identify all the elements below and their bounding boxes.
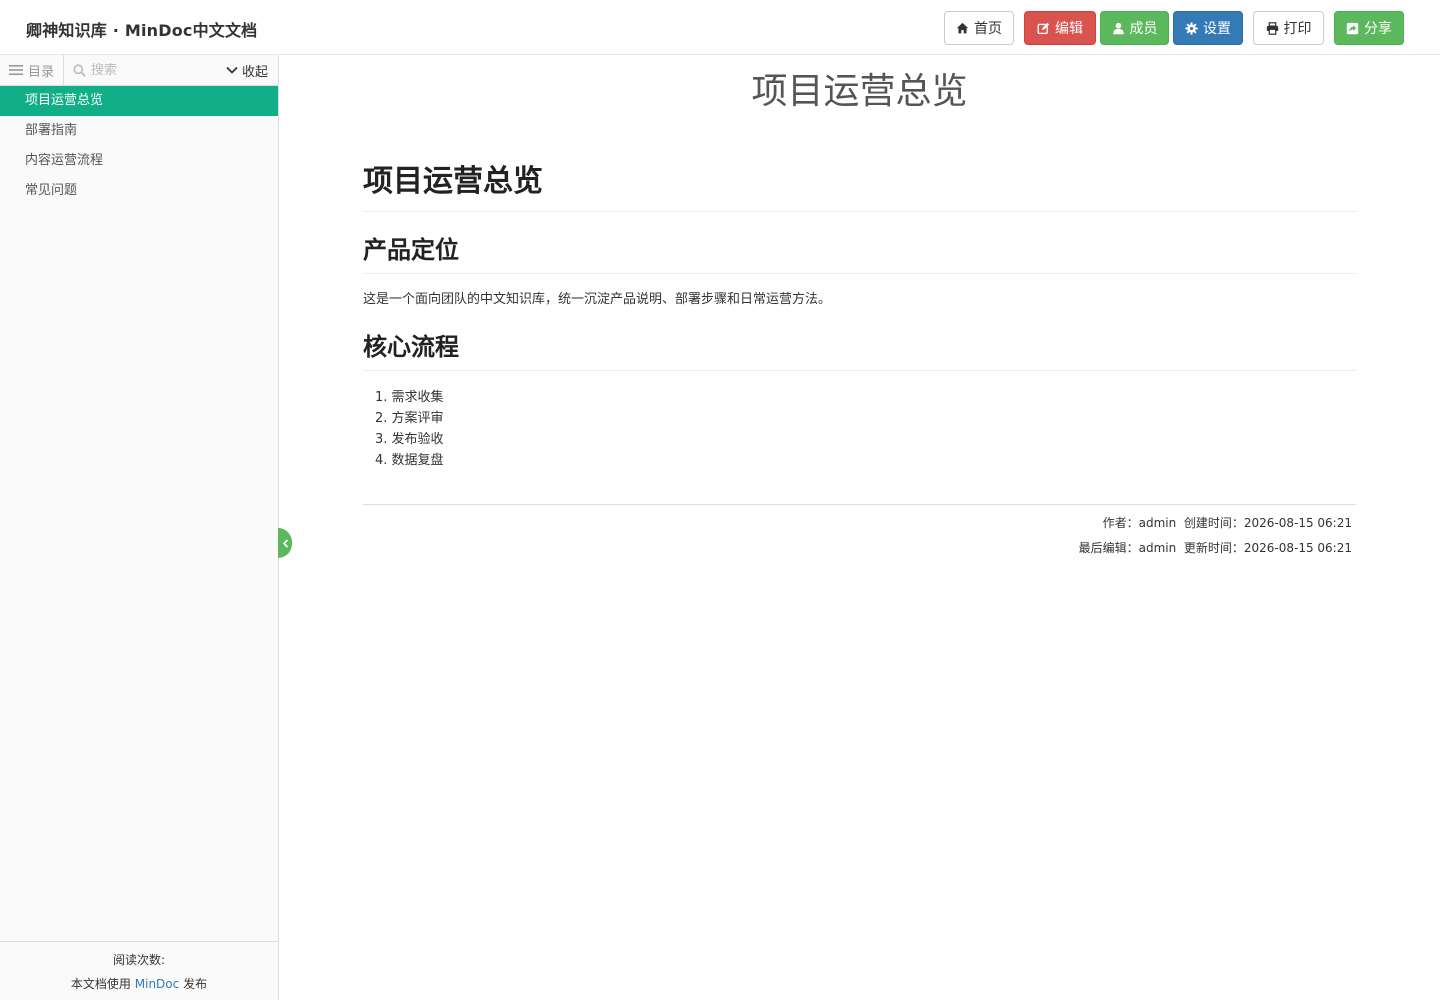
process-list: 1. 需求收集 2. 方案评审 3. 发布验收 4. 数据复盘: [363, 387, 1356, 471]
site-brand[interactable]: 卿神知识库 · MinDoc中文文档: [26, 17, 257, 41]
home-icon: [956, 22, 969, 33]
list-item: 2. 方案评审: [375, 411, 444, 426]
home-button[interactable]: 首页: [944, 11, 1014, 45]
article-meta: 作者：admin 创建时间：2026-08-15 06:21 最后编辑：admi…: [363, 504, 1356, 561]
members-button[interactable]: 成员: [1100, 11, 1169, 45]
document-title: 项目运营总览: [751, 71, 968, 112]
list-item: 4. 数据复盘: [375, 453, 444, 468]
gear-icon: [1185, 21, 1198, 35]
edit-button[interactable]: 编辑: [1024, 11, 1096, 45]
search-icon: [73, 63, 86, 77]
collapse-button[interactable]: 收起: [226, 55, 278, 85]
toc-item-faq[interactable]: 常见问题: [0, 176, 278, 206]
article-heading: 项目运营总览: [363, 160, 1356, 212]
chevron-down-icon: [226, 66, 238, 74]
collapse-label: 收起: [242, 64, 269, 80]
toc-tab[interactable]: 目录: [0, 55, 64, 85]
home-button-label: 首页: [974, 21, 1002, 37]
mindoc-link[interactable]: MinDoc: [135, 977, 179, 991]
list-item: 3. 发布验收: [375, 432, 444, 447]
settings-button-label: 设置: [1203, 21, 1231, 37]
section-heading-process: 核心流程: [363, 329, 1356, 371]
toc-item-overview[interactable]: 项目运营总览: [0, 86, 278, 116]
members-button-label: 成员: [1129, 21, 1158, 37]
author-created-info: 作者：admin 创建时间：2026-08-15 06:21: [1102, 516, 1352, 530]
article-body: 项目运营总览 产品定位 这是一个面向团队的中文知识库，统一沉淀产品说明、部署步骤…: [363, 160, 1356, 471]
section-paragraph: 这是一个面向团队的中文知识库，统一沉淀产品说明、部署步骤和日常运营方法。: [363, 292, 832, 307]
print-button[interactable]: 打印: [1253, 11, 1324, 45]
print-icon: [1266, 21, 1278, 35]
powered-suffix: 发布: [183, 977, 208, 991]
powered-by: 本文档使用 MinDoc 发布: [0, 975, 278, 992]
edit-button-label: 编辑: [1055, 21, 1083, 37]
user-icon: [1112, 22, 1124, 34]
sidebar-toolbar: 目录 收起: [0, 55, 278, 86]
share-icon: [1346, 22, 1359, 34]
share-button[interactable]: 分享: [1334, 11, 1404, 45]
edit-icon: [1037, 22, 1050, 34]
sidebar-footer: 阅读次数: 本文档使用 MinDoc 发布: [0, 941, 278, 1000]
section-heading-positioning: 产品定位: [363, 232, 1356, 274]
powered-prefix: 本文档使用: [70, 977, 131, 991]
sidebar-toggle-handle[interactable]: [278, 528, 292, 558]
search-box: [64, 55, 224, 85]
toc-tab-label: 目录: [28, 64, 55, 80]
share-button-label: 分享: [1364, 21, 1392, 37]
toc-item-content-process[interactable]: 内容运营流程: [0, 146, 278, 176]
chevron-left-icon: [282, 538, 288, 548]
editor-updated-info: 最后编辑：admin 更新时间：2026-08-15 06:21: [1078, 541, 1352, 555]
list-icon: [9, 65, 23, 75]
toc-item-deploy-guide[interactable]: 部署指南: [0, 116, 278, 146]
top-navbar: 卿神知识库 · MinDoc中文文档 首页 编辑 成员 设置 打印 分享: [0, 0, 1440, 55]
print-button-label: 打印: [1283, 21, 1312, 37]
read-count: 阅读次数:: [112, 953, 166, 967]
sidebar: 目录 收起 项目运营总览 部署指南 内容运营流程 常见问题 阅读次数: 本文档使…: [0, 55, 279, 1000]
list-item: 1. 需求收集: [375, 390, 444, 405]
toc-list: 项目运营总览 部署指南 内容运营流程 常见问题: [0, 86, 278, 206]
settings-button[interactable]: 设置: [1173, 11, 1243, 45]
search-input[interactable]: [91, 62, 221, 78]
